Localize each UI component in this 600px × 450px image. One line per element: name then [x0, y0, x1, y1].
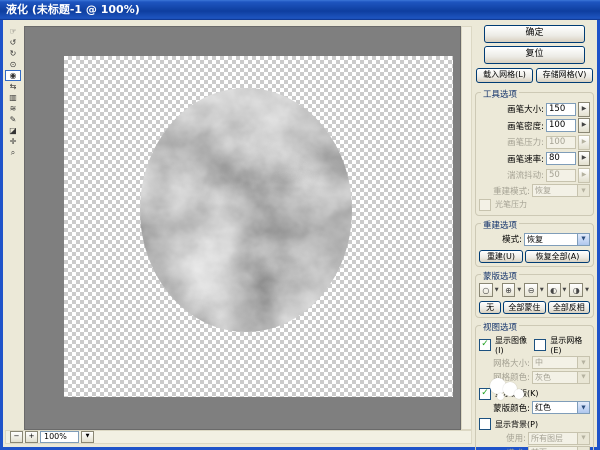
mask-color-dropdown[interactable]: 红色 ▼: [532, 401, 590, 414]
show-mesh-checkbox[interactable]: ✓: [534, 339, 546, 351]
dropdown-arrow-icon[interactable]: ▼: [495, 287, 499, 293]
dropdown-arrow-icon: ▼: [577, 234, 589, 245]
load-mesh-button[interactable]: 载入网格(L): [476, 68, 533, 83]
reset-button[interactable]: 复位: [484, 46, 585, 64]
turbulent-jitter-slider-button: ▶: [578, 168, 590, 183]
tool-reconstruct[interactable]: ↺: [5, 37, 21, 48]
show-backdrop-checkbox[interactable]: ✓: [479, 418, 491, 430]
backdrop-use-label: 使用:: [506, 432, 526, 444]
dropdown-arrow-icon: ▼: [577, 357, 589, 368]
add-to-selection-icon[interactable]: ⊕: [502, 283, 516, 297]
window-title: 液化 (未标题-1 @ 100%): [6, 3, 140, 16]
show-mask-checkbox[interactable]: ✓: [479, 388, 491, 400]
dropdown-arrow-icon[interactable]: ▼: [563, 287, 567, 293]
brush-size-input[interactable]: 150: [546, 103, 576, 116]
stylus-pressure-checkbox: ✓: [479, 199, 491, 211]
turbulent-jitter-input: 50: [546, 169, 576, 182]
dropdown-arrow-icon[interactable]: ▼: [585, 287, 589, 293]
restore-all-button[interactable]: 恢复全部(A): [525, 250, 590, 263]
tool-pucker[interactable]: ⊙: [5, 59, 21, 70]
tool-mirror[interactable]: ▥: [5, 92, 21, 103]
invert-selection-icon[interactable]: ◑: [569, 283, 583, 297]
canvas-statusbar: − + 100% ▼: [5, 430, 472, 444]
liquify-toolbar: ☞↺↻⊙◉⇆▥≋✎◪✛⌕: [5, 26, 23, 158]
reconstruct-options-title: 重建选项: [481, 219, 519, 231]
document-artboard[interactable]: [64, 56, 453, 397]
tool-push-left[interactable]: ⇆: [5, 81, 21, 92]
tool-forward-warp[interactable]: ☞: [5, 26, 21, 37]
reconstruct-options-mode-dropdown[interactable]: 恢复 ▼: [524, 233, 590, 246]
zoom-level-value[interactable]: 100%: [40, 431, 79, 443]
reconstruct-options-group: 重建选项 模式: 恢复 ▼ 重建(U) 恢复全部(A): [475, 223, 594, 267]
zoom-in-button[interactable]: +: [25, 431, 38, 443]
brush-density-input[interactable]: 100: [546, 119, 576, 132]
mask-mode-icons-row: ○▼⊕▼⊖▼◐▼◑▼: [479, 283, 590, 297]
stylus-pressure-label: 光笔压力: [495, 199, 527, 210]
brush-density-slider-button[interactable]: ▶: [578, 118, 590, 133]
mesh-color-dropdown: 灰色 ▼: [532, 371, 590, 384]
brush-density-label: 画笔密度:: [507, 120, 544, 132]
tool-twirl-clockwise[interactable]: ↻: [5, 48, 21, 59]
brush-size-label: 画笔大小:: [507, 103, 544, 115]
titlebar[interactable]: 液化 (未标题-1 @ 100%): [0, 0, 600, 20]
reconstruct-mode-dropdown: 恢复 ▼: [532, 184, 590, 197]
subtract-from-selection-icon[interactable]: ⊖: [524, 283, 538, 297]
tool-options-title: 工具选项: [481, 88, 519, 100]
reconstruct-button[interactable]: 重建(U): [479, 250, 523, 263]
mask-color-label: 蒙版颜色:: [493, 402, 530, 414]
canvas-area[interactable]: [24, 26, 461, 430]
view-options-title: 视图选项: [481, 321, 519, 333]
brush-rate-input[interactable]: 80: [546, 152, 576, 165]
reconstruct-mode-label: 重建模式:: [493, 185, 530, 197]
tool-turbulence[interactable]: ≋: [5, 103, 21, 114]
mesh-size-dropdown: 中 ▼: [532, 356, 590, 369]
tool-bloat[interactable]: ◉: [5, 70, 21, 81]
mask-none-button[interactable]: 无: [479, 301, 501, 314]
dropdown-arrow-icon: ▼: [577, 433, 589, 444]
tool-freeze-mask[interactable]: ✎: [5, 114, 21, 125]
brush-size-slider-button[interactable]: ▶: [578, 102, 590, 117]
show-backdrop-label: 显示背景(P): [495, 419, 538, 430]
tool-zoom[interactable]: ⌕: [5, 147, 21, 158]
clouds-ellipse-image[interactable]: [64, 56, 453, 397]
replace-selection-icon[interactable]: ○: [479, 283, 493, 297]
backdrop-mode-label: 模式:: [506, 447, 526, 450]
brush-pressure-label: 画笔压力:: [507, 136, 544, 148]
backdrop-use-dropdown: 所有图层 ▼: [528, 432, 590, 445]
ok-button[interactable]: 确定: [484, 25, 585, 43]
tool-thaw-mask[interactable]: ◪: [5, 125, 21, 136]
brush-rate-slider-button[interactable]: ▶: [578, 151, 590, 166]
show-mesh-label: 显示网格(E): [550, 335, 590, 355]
tool-options-group: 工具选项 画笔大小: 150 ▶ 画笔密度: 100 ▶ 画笔压力: 100 ▶: [475, 92, 594, 216]
save-mesh-button[interactable]: 存储网格(V): [536, 68, 593, 83]
dialog-content: ☞↺↻⊙◉⇆▥≋✎◪✛⌕: [3, 20, 597, 447]
mask-options-title: 蒙版选项: [481, 270, 519, 282]
liquify-dialog: 液化 (未标题-1 @ 100%) ☞↺↻⊙◉⇆▥≋✎◪✛⌕: [0, 0, 600, 450]
backdrop-mode-dropdown: 前面 ▼: [528, 446, 590, 450]
dropdown-arrow-icon: ▼: [577, 372, 589, 383]
vertical-scrollbar[interactable]: [461, 26, 472, 430]
dropdown-arrow-icon: ▼: [577, 185, 589, 196]
tool-hand[interactable]: ✛: [5, 136, 21, 147]
mask-options-group: 蒙版选项 ○▼⊕▼⊖▼◐▼◑▼ 无 全部蒙住 全部反相: [475, 274, 594, 319]
brush-pressure-slider-button: ▶: [578, 135, 590, 150]
invert-all-button[interactable]: 全部反相: [548, 301, 590, 314]
mesh-size-label: 网格大小:: [493, 357, 530, 369]
zoom-level-dropdown-icon[interactable]: ▼: [81, 431, 94, 443]
intersect-with-selection-icon[interactable]: ◐: [547, 283, 561, 297]
dropdown-arrow-icon[interactable]: ▼: [540, 287, 544, 293]
reconstruct-options-mode-label: 模式:: [502, 233, 522, 245]
dropdown-arrow-icon: ▼: [577, 402, 589, 413]
show-image-checkbox[interactable]: ✓: [479, 339, 491, 351]
brush-pressure-input: 100: [546, 136, 576, 149]
dropdown-arrow-icon[interactable]: ▼: [517, 287, 521, 293]
turbulent-jitter-label: 湍流抖动:: [507, 169, 544, 181]
zoom-out-button[interactable]: −: [10, 431, 23, 443]
brush-rate-label: 画笔速率:: [507, 153, 544, 165]
mask-all-button[interactable]: 全部蒙住: [503, 301, 545, 314]
show-image-label: 显示图像(I): [495, 335, 532, 355]
